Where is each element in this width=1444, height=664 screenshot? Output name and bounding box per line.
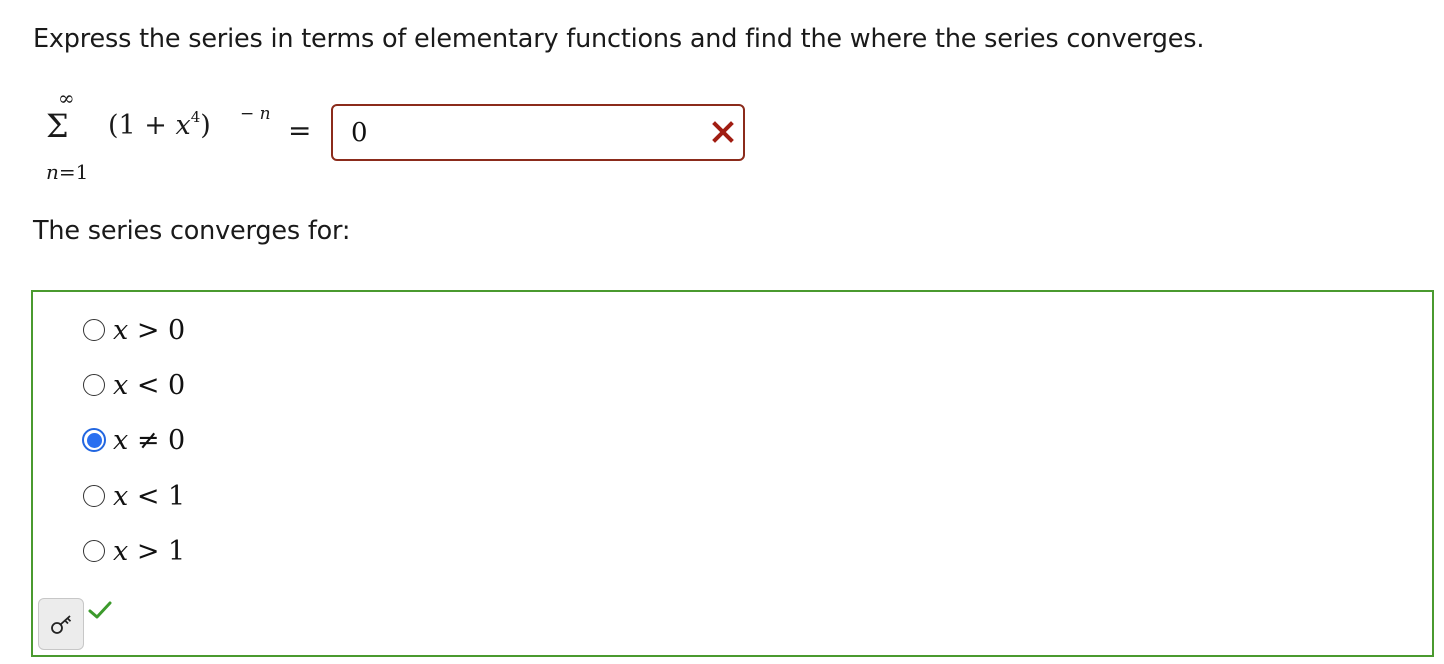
option-variable: x xyxy=(113,535,129,567)
option-variable: x xyxy=(113,424,129,456)
option-x-less-1[interactable]: x < 1 xyxy=(83,478,185,514)
series-term: (1 + x4) xyxy=(108,108,211,141)
option-label: x > 0 xyxy=(113,315,185,346)
answer-input[interactable]: 0 xyxy=(331,104,745,161)
term-power: 4 xyxy=(190,108,201,126)
exponent-variable: n xyxy=(259,104,271,124)
option-x-not-equal-0[interactable]: x ≠ 0 xyxy=(82,422,185,458)
answer-value[interactable]: 0 xyxy=(351,118,368,148)
series-exponent: − n xyxy=(240,104,271,124)
convergence-prompt: The series converges for: xyxy=(33,216,351,246)
radio-button[interactable] xyxy=(83,485,105,507)
question-text: Express the series in terms of elementar… xyxy=(33,24,1205,54)
sigma-symbol: Σ xyxy=(46,107,69,145)
option-label: x < 0 xyxy=(113,370,185,401)
option-relation: > 1 xyxy=(128,535,186,567)
option-variable: x xyxy=(113,369,129,401)
checkmark-icon xyxy=(88,601,112,619)
radio-button-selected[interactable] xyxy=(82,428,106,452)
summation-lower-limit: n=1 xyxy=(46,160,88,184)
option-label: x < 1 xyxy=(113,481,185,512)
term-variable: x xyxy=(175,110,191,141)
option-relation: > 0 xyxy=(128,314,186,346)
term-close: ) xyxy=(200,110,211,141)
radio-button[interactable] xyxy=(83,540,105,562)
radio-button[interactable] xyxy=(83,319,105,341)
summation: ∞ Σ n=1 xyxy=(42,86,106,186)
option-x-greater-0[interactable]: x > 0 xyxy=(83,312,185,348)
option-relation: ≠ 0 xyxy=(128,424,186,456)
answer-key-button[interactable] xyxy=(38,598,84,650)
exponent-sign: − xyxy=(240,104,260,124)
term-open: (1 + xyxy=(108,110,176,141)
convergence-choices-panel: x > 0 x < 0 x ≠ 0 x < 1 x > 1 xyxy=(31,290,1434,657)
option-label: x ≠ 0 xyxy=(113,425,185,456)
radio-button[interactable] xyxy=(83,374,105,396)
summation-index: n xyxy=(46,160,59,184)
option-label: x > 1 xyxy=(113,536,185,567)
option-relation: < 0 xyxy=(128,369,186,401)
equals-sign: = xyxy=(288,114,312,147)
option-x-greater-1[interactable]: x > 1 xyxy=(83,533,185,569)
key-icon xyxy=(51,615,72,634)
option-variable: x xyxy=(113,480,129,512)
summation-start: =1 xyxy=(58,160,89,184)
option-x-less-0[interactable]: x < 0 xyxy=(83,367,185,403)
option-relation: < 1 xyxy=(128,480,186,512)
option-variable: x xyxy=(113,314,129,346)
x-icon xyxy=(712,121,734,143)
